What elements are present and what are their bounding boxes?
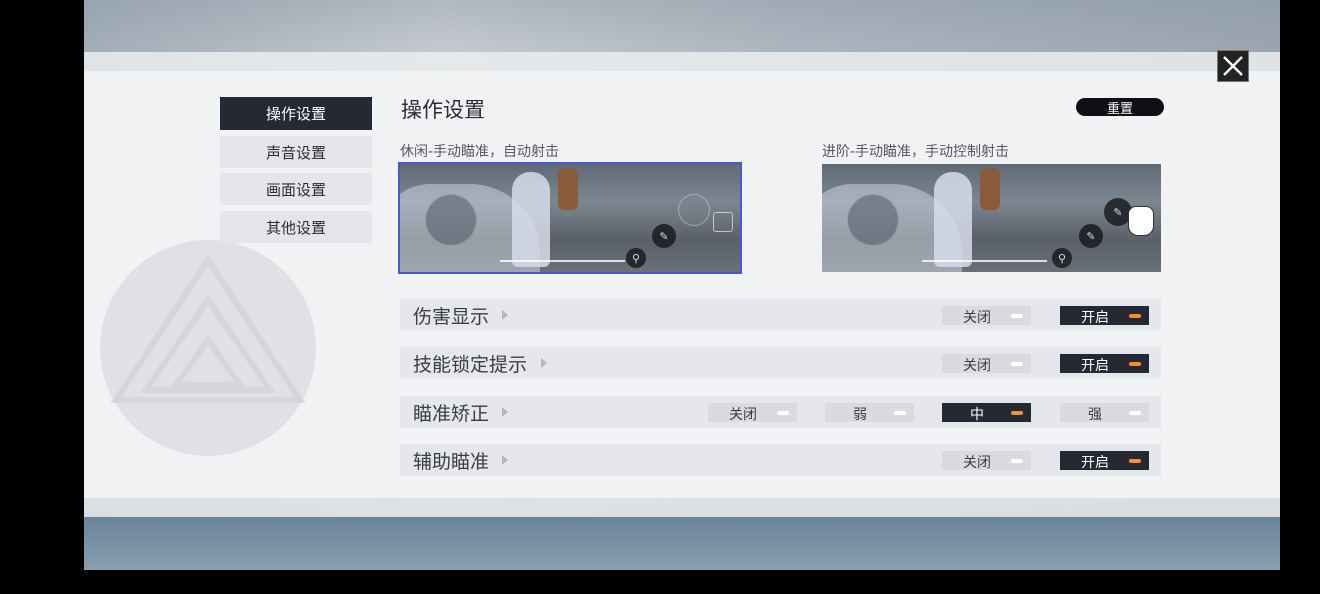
reset-button[interactable]: 重置 [1076, 98, 1164, 117]
option-off[interactable]: 关闭 [942, 451, 1031, 471]
setting-label: 技能锁定提示 [413, 353, 528, 376]
setting-row-damage-display: 伤害显示 关闭 开启 [400, 299, 1161, 331]
hand-pointer-icon [1128, 206, 1154, 236]
reset-label: 重置 [1106, 101, 1133, 117]
bullet-icon: ✎ [652, 224, 676, 248]
panel-top-strip [84, 52, 1280, 71]
sidebar-item-sound[interactable]: 声音设置 [220, 136, 372, 168]
sidebar-item-other[interactable]: 其他设置 [220, 211, 372, 243]
setting-label: 伤害显示 [413, 305, 490, 328]
sidebar-item-label: 画面设置 [265, 180, 326, 199]
run-icon: ⚲ [626, 248, 646, 268]
setting-label: 辅助瞄准 [413, 450, 490, 473]
option-on[interactable]: 开启 [1060, 306, 1149, 326]
option-on[interactable]: 开启 [1060, 451, 1149, 471]
setting-row-aim-assist: 辅助瞄准 关闭 开启 [400, 444, 1161, 476]
option-strong[interactable]: 强 [1060, 403, 1149, 423]
mode-casual-preview[interactable]: ✎ ⚲ [398, 162, 742, 274]
mode-casual-label: 休闲-手动瞄准，自动射击 [400, 144, 560, 160]
chevron-right-icon [502, 455, 508, 465]
mode-advanced-preview[interactable]: ✎ ✎ ⚲ [822, 164, 1161, 272]
joystick-icon [425, 194, 477, 246]
panel-bottom-strip [84, 498, 1280, 517]
emblem-watermark [100, 240, 316, 456]
chevron-right-icon [502, 407, 508, 417]
setting-label: 瞄准矫正 [413, 402, 490, 425]
background-bottom-band [84, 517, 1280, 570]
sidebar-item-label: 声音设置 [265, 143, 326, 162]
run-icon: ⚲ [1052, 248, 1072, 268]
option-on[interactable]: 开启 [1060, 354, 1149, 374]
sidebar-item-label: 操作设置 [265, 105, 326, 123]
close-button[interactable] [1217, 50, 1249, 82]
sidebar-item-operation[interactable]: 操作设置 [220, 97, 372, 130]
mode-advanced-label: 进阶-手动瞄准，手动控制射击 [822, 144, 1010, 160]
chevron-right-icon [541, 358, 547, 368]
setting-row-skill-lock-hint: 技能锁定提示 关闭 开启 [400, 347, 1161, 379]
option-weak[interactable]: 弱 [825, 403, 914, 423]
option-off[interactable]: 关闭 [942, 306, 1031, 326]
option-medium[interactable]: 中 [942, 403, 1031, 423]
close-icon [1223, 56, 1243, 76]
sidebar-item-graphics[interactable]: 画面设置 [220, 173, 372, 205]
crosshair-icon [713, 212, 733, 232]
option-off[interactable]: 关闭 [708, 403, 797, 423]
bullet-icon: ✎ [1079, 224, 1103, 248]
page-title: 操作设置 [401, 98, 485, 122]
sidebar-item-label: 其他设置 [265, 218, 326, 237]
option-off[interactable]: 关闭 [942, 354, 1031, 374]
chevron-right-icon [502, 310, 508, 320]
setting-row-aim-correction: 瞄准矫正 关闭 弱 中 强 [400, 396, 1161, 428]
joystick-icon [847, 194, 899, 246]
